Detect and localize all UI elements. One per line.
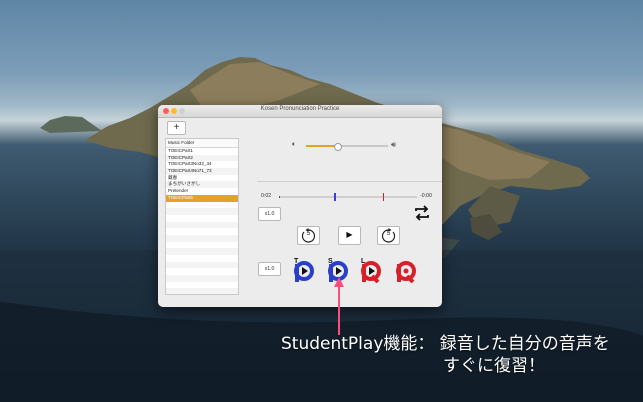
list-item[interactable]: TOEICPart1 xyxy=(166,148,238,155)
seek-bar[interactable] xyxy=(279,193,417,201)
forward-seconds-label: 5 xyxy=(386,231,391,237)
list-item[interactable]: まちがいさがし xyxy=(166,181,238,189)
caption-line-1: StudentPlay機能： 録音した自分の音声を xyxy=(281,334,610,354)
list-item-empty xyxy=(166,208,238,215)
record-button[interactable] xyxy=(394,260,418,284)
list-item-empty xyxy=(166,255,238,262)
list-item-empty xyxy=(166,268,238,275)
rewind-seconds-label: 5 xyxy=(306,231,311,237)
app-window: Kosen Pronunciation Practice + Music Fol… xyxy=(158,105,442,307)
teacher-play-button[interactable]: T xyxy=(292,258,316,283)
list-item-empty xyxy=(166,248,238,255)
titlebar: Kosen Pronunciation Practice xyxy=(158,105,442,118)
remaining-time: -0:00 xyxy=(420,193,432,199)
loop-letter: L xyxy=(361,258,366,265)
list-item[interactable]: TOEICPart4No71_73 xyxy=(166,168,238,175)
list-item-empty xyxy=(166,261,238,269)
list-item[interactable]: TOEICPart3No32_34 xyxy=(166,161,238,168)
volume-slider-knob[interactable] xyxy=(334,142,343,151)
list-item-empty xyxy=(166,282,238,289)
window-title: Kosen Pronunciation Practice xyxy=(260,106,340,112)
list-item-empty xyxy=(166,288,238,294)
forward-5-button[interactable]: 5 xyxy=(377,226,400,245)
list-item-empty xyxy=(166,215,238,222)
play-icon: ▶ xyxy=(346,230,353,239)
music-folder-list: Music Folder TOEICPart1 TOEICPart2 TOEICPa… xyxy=(165,138,239,295)
list-item[interactable]: Pretender xyxy=(166,188,238,195)
record-icon xyxy=(396,261,416,284)
repeat-icon[interactable] xyxy=(413,205,431,221)
speaker-high-icon: 🔊︎ xyxy=(391,140,397,149)
speaker-low-icon: 🔈︎ xyxy=(292,141,297,148)
loop-end-marker[interactable] xyxy=(382,193,384,201)
list-item-empty xyxy=(166,221,238,229)
student-letter: S xyxy=(328,258,333,265)
current-time: 0:02 xyxy=(261,193,272,199)
seek-progress xyxy=(279,196,281,198)
play-button[interactable]: ▶ xyxy=(338,226,361,245)
teacher-letter: T xyxy=(294,258,299,265)
add-folder-button[interactable]: + xyxy=(167,121,186,135)
pointer-arrow xyxy=(334,277,344,335)
volume-slider[interactable] xyxy=(306,142,388,151)
list-item-empty xyxy=(166,228,238,235)
list-item[interactable]: TOEICPart5 xyxy=(166,194,238,202)
list-item-empty xyxy=(166,242,238,249)
speed-button[interactable]: x1.0 xyxy=(258,207,281,221)
list-item-empty xyxy=(166,202,238,209)
divider xyxy=(257,181,442,182)
loop-record-button[interactable]: L xyxy=(359,258,383,284)
record-speed-button[interactable]: x1.0 xyxy=(258,262,281,276)
list-item-empty xyxy=(166,234,238,242)
caption-line-2: すぐに復習！ xyxy=(443,356,545,376)
list-item[interactable]: TOEICPart2 xyxy=(166,154,238,162)
volume-slider-fill xyxy=(306,145,338,147)
loop-start-marker[interactable] xyxy=(334,193,336,201)
list-item-empty xyxy=(166,275,238,282)
list-header: Music Folder xyxy=(166,139,238,148)
rewind-5-button[interactable]: 5 xyxy=(297,226,320,245)
